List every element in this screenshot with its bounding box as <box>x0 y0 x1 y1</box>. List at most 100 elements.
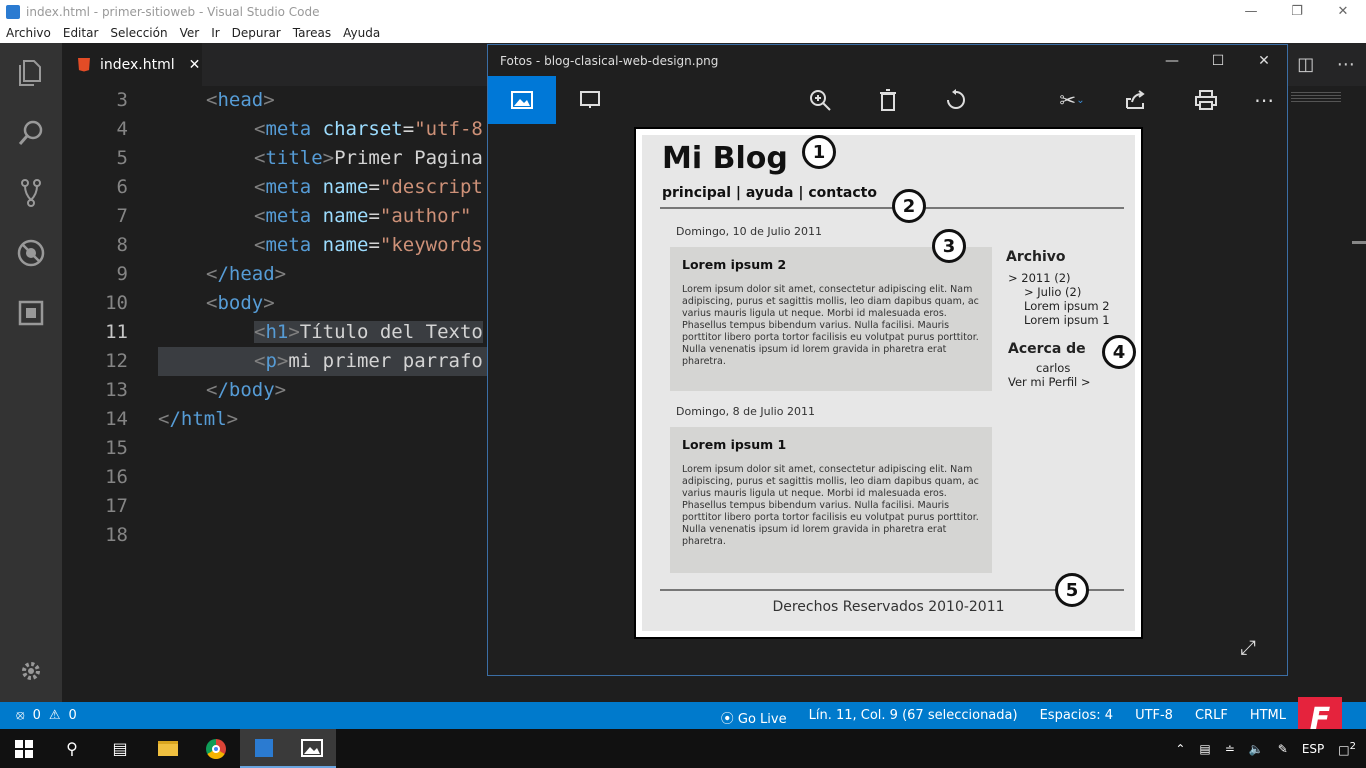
blog-sidebar: Archivo > 2011 (2) > Julio (2) Lorem ips… <box>1006 249 1126 389</box>
archive-item: > Julio (2) <box>1024 285 1082 299</box>
tray-device-icon[interactable]: ▤ <box>1199 742 1210 756</box>
network-icon[interactable]: ≐ <box>1225 742 1235 756</box>
line-number: 11 <box>105 321 128 343</box>
blog-mockup: Mi Blog principal | ayuda | contacto Dom… <box>642 135 1136 631</box>
photos-toolbar: ✂ ⌄ ⋯ <box>488 76 1287 124</box>
windows-start-icon[interactable] <box>0 729 48 768</box>
menu-ir[interactable]: Ir <box>205 26 225 40</box>
code-line: <title>Primer Pagina <box>254 147 483 169</box>
close-button[interactable]: ✕ <box>1320 0 1366 23</box>
line-number: 13 <box>105 379 128 401</box>
line-number: 5 <box>116 147 128 169</box>
indentation[interactable]: Espacios: 4 <box>1040 708 1113 727</box>
view-image-icon[interactable] <box>488 76 556 124</box>
tab-index-html[interactable]: index.html ✕ <box>62 43 202 86</box>
language-indicator[interactable]: ESP <box>1302 742 1324 756</box>
line-number: 18 <box>105 524 128 546</box>
menu-archivo[interactable]: Archivo <box>0 26 57 40</box>
split-editor-icon[interactable]: ◫ <box>1297 54 1314 75</box>
language-mode[interactable]: HTML <box>1250 708 1286 727</box>
zoom-in-icon[interactable] <box>792 76 848 124</box>
share-icon[interactable] <box>1108 76 1164 124</box>
edit-create-icon[interactable]: ✂ ⌄ <box>1040 76 1104 124</box>
line-number: 12 <box>105 350 128 372</box>
error-count[interactable]: 0 <box>33 708 41 723</box>
settings-gear-icon[interactable] <box>0 641 62 701</box>
marker-1: 1 <box>802 135 836 169</box>
line-ending[interactable]: CRLF <box>1195 708 1228 727</box>
archive-heading: Archivo <box>1006 249 1066 265</box>
code-line: </head> <box>206 263 287 285</box>
explorer-icon[interactable] <box>0 43 62 103</box>
post-date: Domingo, 8 de Julio 2011 <box>676 405 815 418</box>
photos-taskbar-icon[interactable] <box>288 729 336 768</box>
pen-icon[interactable]: ✎ <box>1278 742 1288 756</box>
menu-editar[interactable]: Editar <box>57 26 105 40</box>
code-line: </body> <box>206 379 287 401</box>
more-actions-icon[interactable]: ⋯ <box>1337 54 1355 75</box>
archive-item: > 2011 (2) <box>1008 271 1071 285</box>
warning-icon[interactable]: ⚠ <box>49 708 61 723</box>
tray-chevron-icon[interactable]: ⌃ <box>1175 742 1185 756</box>
maximize-button[interactable]: ❐ <box>1274 0 1320 23</box>
print-icon[interactable] <box>1178 76 1234 124</box>
photos-close-button[interactable]: ✕ <box>1241 45 1287 76</box>
more-options-icon[interactable]: ⋯ <box>1236 76 1292 124</box>
rotate-icon[interactable] <box>928 76 984 124</box>
file-explorer-icon[interactable] <box>144 729 192 768</box>
slideshow-icon[interactable] <box>562 76 618 124</box>
window-titlebar: index.html - primer-sitioweb - Visual St… <box>0 0 1366 23</box>
system-tray: ⌃ ▤ ≐ 🔈 ✎ ESP □2 <box>1175 729 1356 768</box>
cursor-position[interactable]: Lín. 11, Col. 9 (67 seleccionada) <box>809 708 1018 727</box>
extensions-icon[interactable] <box>0 283 62 343</box>
minimize-button[interactable]: — <box>1228 0 1274 23</box>
line-number: 10 <box>105 292 128 314</box>
archive-item: Lorem ipsum 1 <box>1024 313 1110 327</box>
menu-ayuda[interactable]: Ayuda <box>337 26 386 40</box>
taskbar-search-icon[interactable]: ⚲ <box>48 729 96 768</box>
chrome-icon[interactable] <box>192 729 240 768</box>
notifications-icon[interactable]: □2 <box>1338 741 1356 757</box>
photos-title: Fotos - blog-clasical-web-design.png <box>500 53 719 68</box>
menu-seleccion[interactable]: Selección <box>104 26 173 40</box>
code-line: </html> <box>158 408 239 430</box>
golive-button[interactable]: ⦿ Go Live <box>721 708 787 727</box>
volume-icon[interactable]: 🔈 <box>1249 742 1264 756</box>
menu-depurar[interactable]: Depurar <box>226 26 287 40</box>
source-control-icon[interactable] <box>0 163 62 223</box>
encoding[interactable]: UTF-8 <box>1135 708 1173 727</box>
minimap[interactable] <box>1287 86 1366 702</box>
line-number: 16 <box>105 466 128 488</box>
errors-icon[interactable]: ⦻ <box>16 708 25 723</box>
blog-title: Mi Blog <box>662 141 788 176</box>
taskbar: ⚲ ▤ ⌃ ▤ ≐ 🔈 ✎ ESP □2 <box>0 729 1366 768</box>
photos-maximize-button[interactable]: ☐ <box>1195 45 1241 76</box>
code-line: <p>mi primer parrafo <box>158 347 487 376</box>
photos-titlebar: Fotos - blog-clasical-web-design.png — ☐… <box>488 45 1287 76</box>
close-tab-icon[interactable]: ✕ <box>189 57 201 73</box>
menu-ver[interactable]: Ver <box>174 26 206 40</box>
code-line: <meta name="author" <box>254 205 472 227</box>
photos-minimize-button[interactable]: — <box>1149 45 1195 76</box>
vscode-taskbar-icon[interactable] <box>240 729 288 768</box>
editor-actions: ◫ ⋯ <box>1286 43 1366 86</box>
line-number: 14 <box>105 408 128 430</box>
line-number: 7 <box>116 205 128 227</box>
post-body: Lorem ipsum dolor sit amet, consectetur … <box>682 284 979 367</box>
tab-label: index.html <box>100 56 175 73</box>
marker-3: 3 <box>932 229 966 263</box>
html5-icon <box>78 57 90 72</box>
delete-icon[interactable] <box>860 76 916 124</box>
blog-post: Lorem ipsum 2 Lorem ipsum dolor sit amet… <box>670 247 992 391</box>
marker-4: 4 <box>1102 335 1136 369</box>
blog-post: Lorem ipsum 1 Lorem ipsum dolor sit amet… <box>670 427 992 573</box>
post-body: Lorem ipsum dolor sit amet, consectetur … <box>682 464 979 547</box>
warning-count[interactable]: 0 <box>69 708 77 723</box>
line-number: 15 <box>105 437 128 459</box>
photo-image[interactable]: Mi Blog principal | ayuda | contacto Dom… <box>634 127 1143 639</box>
expand-icon[interactable]: ⤢ <box>1240 635 1256 659</box>
search-icon[interactable] <box>0 103 62 163</box>
menu-tareas[interactable]: Tareas <box>287 26 337 40</box>
debug-icon[interactable] <box>0 223 62 283</box>
task-view-icon[interactable]: ▤ <box>96 729 144 768</box>
